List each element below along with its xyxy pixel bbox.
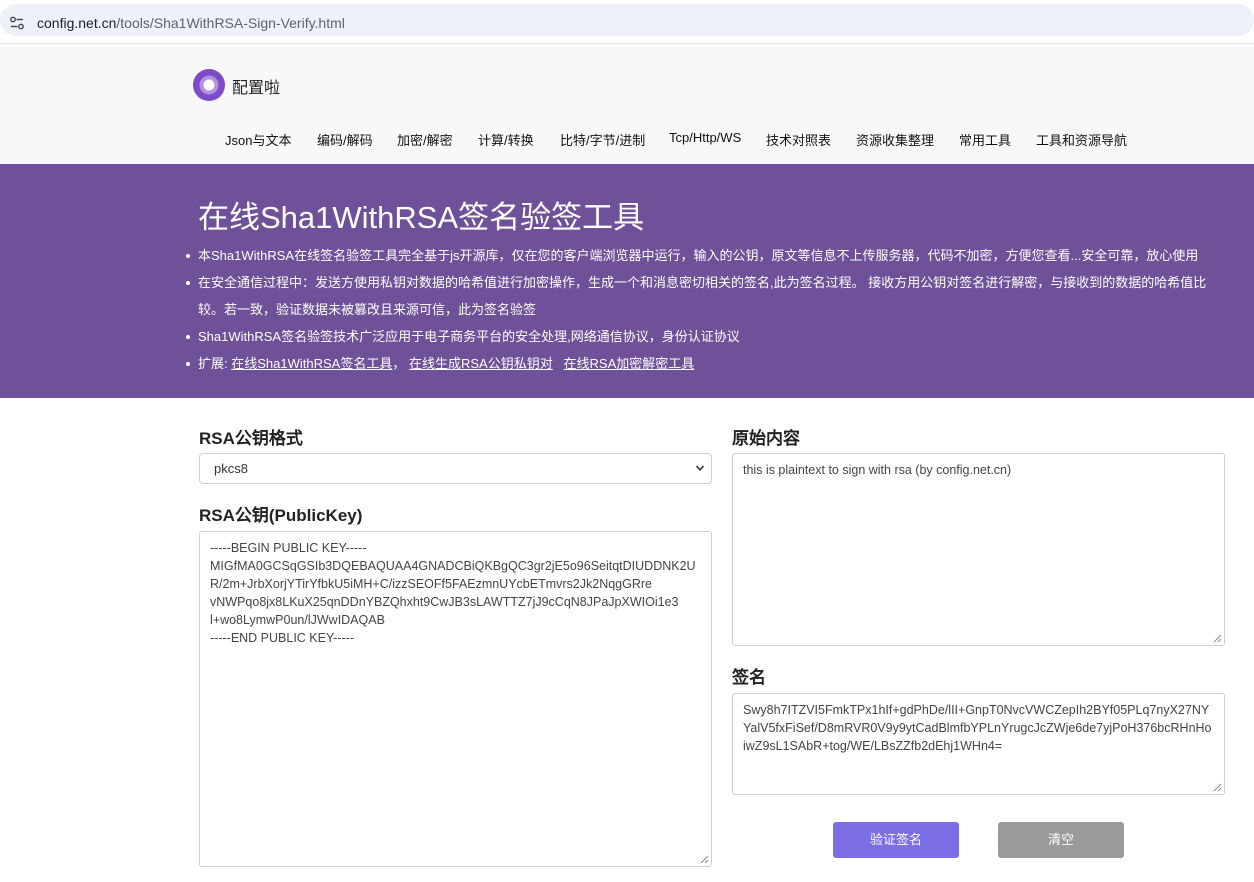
- nav-item-resources[interactable]: 资源收集整理: [856, 130, 934, 149]
- plaintext-textarea[interactable]: this is plaintext to sign with rsa (by c…: [732, 453, 1225, 646]
- site-name[interactable]: 配置啦: [232, 74, 280, 98]
- nav-item-bit-byte[interactable]: 比特/字节/进制: [560, 130, 645, 149]
- nav-item-common-tools[interactable]: 常用工具: [959, 130, 1011, 149]
- nav-item-encode-decode[interactable]: 编码/解码: [317, 130, 373, 149]
- extension-prefix: 扩展:: [198, 356, 232, 371]
- nav-item-tech-tables[interactable]: 技术对照表: [766, 130, 831, 149]
- page-title: 在线Sha1WithRSA签名验签工具: [198, 200, 645, 235]
- pubkey-label: RSA公钥(PublicKey): [199, 506, 363, 525]
- plaintext-label: 原始内容: [732, 429, 800, 448]
- hero-extension-item: 扩展: 在线Sha1WithRSA签名工具， 在线生成RSA公钥私钥对 在线RS…: [186, 350, 1228, 377]
- hero-item: 本Sha1WithRSA在线签名验签工具完全基于js开源库，仅在您的客户端浏览器…: [186, 242, 1228, 269]
- hero-item: Sha1WithRSA签名验签技术广泛应用于电子商务平台的安全处理,网络通信协议…: [186, 323, 1228, 350]
- format-select-value: pkcs8: [214, 461, 248, 476]
- url-host: config.net.cn: [37, 15, 117, 31]
- signature-text: Swy8h7ITZVI5FmkTPx1hIf+gdPhDe/lII+GnpT0N…: [743, 703, 1212, 753]
- chevron-down-icon: [695, 465, 705, 471]
- nav-item-tcp-http-ws[interactable]: Tcp/Http/WS: [669, 130, 741, 145]
- clear-button[interactable]: 清空: [998, 822, 1124, 858]
- verify-signature-button[interactable]: 验证签名: [833, 822, 959, 858]
- site-header: 配置啦 Json与文本 编码/解码 加密/解密 计算/转换 比特/字节/进制 T…: [0, 43, 1254, 164]
- plaintext-text: this is plaintext to sign with rsa (by c…: [743, 463, 1012, 477]
- signature-textarea[interactable]: Swy8h7ITZVI5FmkTPx1hIf+gdPhDe/lII+GnpT0N…: [732, 693, 1225, 795]
- nav-item-tools-nav[interactable]: 工具和资源导航: [1036, 130, 1127, 149]
- nav-item-json[interactable]: Json与文本: [225, 130, 291, 149]
- hero-item: 在安全通信过程中：发送方使用私钥对数据的哈希值进行加密操作，生成一个和消息密切相…: [186, 269, 1228, 323]
- hero-description-list: 本Sha1WithRSA在线签名验签工具完全基于js开源库，仅在您的客户端浏览器…: [186, 242, 1228, 377]
- site-info-icon[interactable]: [9, 15, 25, 31]
- logo-icon[interactable]: [193, 69, 225, 101]
- main-nav: Json与文本 编码/解码 加密/解密 计算/转换 比特/字节/进制 Tcp/H…: [0, 130, 1254, 150]
- pubkey-text: -----BEGIN PUBLIC KEY----- MIGfMA0GCSqGS…: [210, 541, 696, 645]
- url-path: /tools/Sha1WithRSA-Sign-Verify.html: [116, 15, 345, 31]
- format-select[interactable]: pkcs8: [199, 453, 712, 484]
- url-text[interactable]: config.net.cn/tools/Sha1WithRSA-Sign-Ver…: [37, 15, 345, 31]
- link-sha1withrsa-sign[interactable]: 在线Sha1WithRSA签名工具: [231, 356, 392, 371]
- format-label: RSA公钥格式: [199, 429, 303, 448]
- hero-banner: 在线Sha1WithRSA签名验签工具 本Sha1WithRSA在线签名验签工具…: [0, 164, 1254, 398]
- extension-separator: ，: [392, 356, 406, 371]
- nav-item-calc-convert[interactable]: 计算/转换: [478, 130, 534, 149]
- url-field[interactable]: config.net.cn/tools/Sha1WithRSA-Sign-Ver…: [0, 4, 1254, 36]
- resize-handle-icon[interactable]: [1213, 783, 1222, 792]
- browser-address-bar: config.net.cn/tools/Sha1WithRSA-Sign-Ver…: [0, 0, 1254, 42]
- resize-handle-icon[interactable]: [1213, 634, 1222, 643]
- signature-label: 签名: [732, 668, 766, 687]
- resize-handle-icon[interactable]: [700, 855, 709, 864]
- nav-item-encrypt-decrypt[interactable]: 加密/解密: [397, 130, 453, 149]
- link-rsa-encrypt-decrypt[interactable]: 在线RSA加密解密工具: [564, 356, 695, 371]
- pubkey-textarea[interactable]: -----BEGIN PUBLIC KEY----- MIGfMA0GCSqGS…: [199, 531, 712, 867]
- link-rsa-keypair-generator[interactable]: 在线生成RSA公钥私钥对: [409, 356, 553, 371]
